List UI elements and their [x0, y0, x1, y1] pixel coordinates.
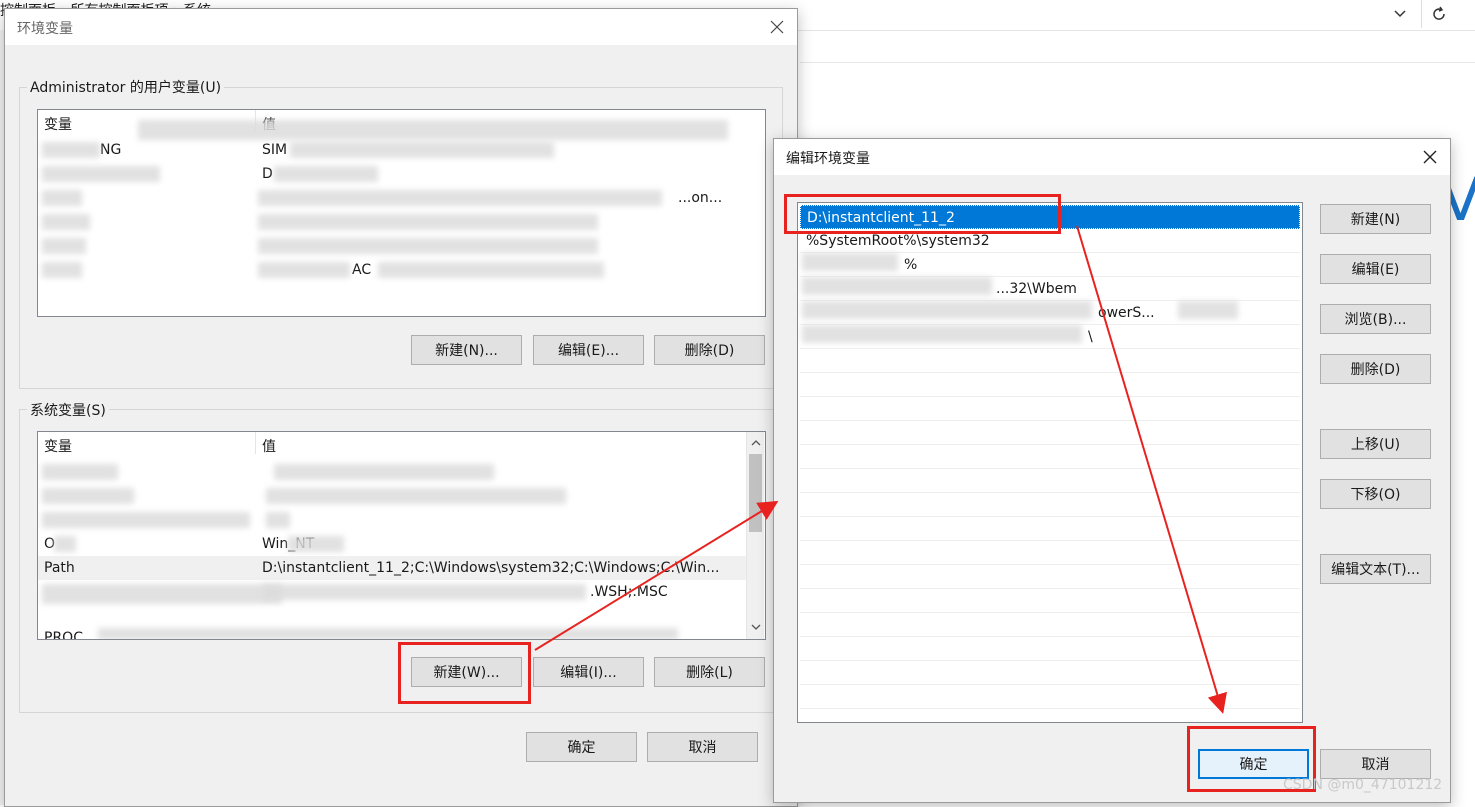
- watermark: CSDN @m0_47101212: [1283, 777, 1443, 793]
- arrow-to-edit-dialog: [534, 500, 779, 651]
- arrow-to-ok-button: [1076, 225, 1227, 714]
- annotation-arrows: [534, 225, 1227, 714]
